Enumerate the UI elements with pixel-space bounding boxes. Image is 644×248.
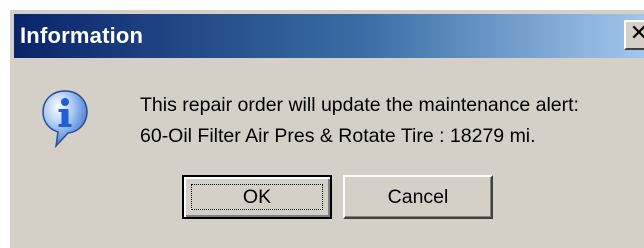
close-button[interactable]: ✕ xyxy=(624,20,644,50)
close-icon: ✕ xyxy=(629,21,644,46)
dialog-title: Information xyxy=(20,23,144,48)
information-dialog: Information ✕ This repair order will upd… xyxy=(8,8,644,248)
ok-button-label: OK xyxy=(242,186,272,208)
title-bar[interactable]: Information ✕ xyxy=(14,14,644,58)
cancel-button[interactable]: Cancel xyxy=(343,175,493,219)
ok-button[interactable]: OK xyxy=(182,175,332,219)
information-icon xyxy=(40,88,90,150)
message-text: This repair order will update the mainte… xyxy=(140,90,579,152)
message-line-2: 60-Oil Filter Air Pres & Rotate Tire : 1… xyxy=(140,125,536,147)
cancel-button-label: Cancel xyxy=(387,186,449,208)
message-line-1: This repair order will update the mainte… xyxy=(140,94,579,116)
